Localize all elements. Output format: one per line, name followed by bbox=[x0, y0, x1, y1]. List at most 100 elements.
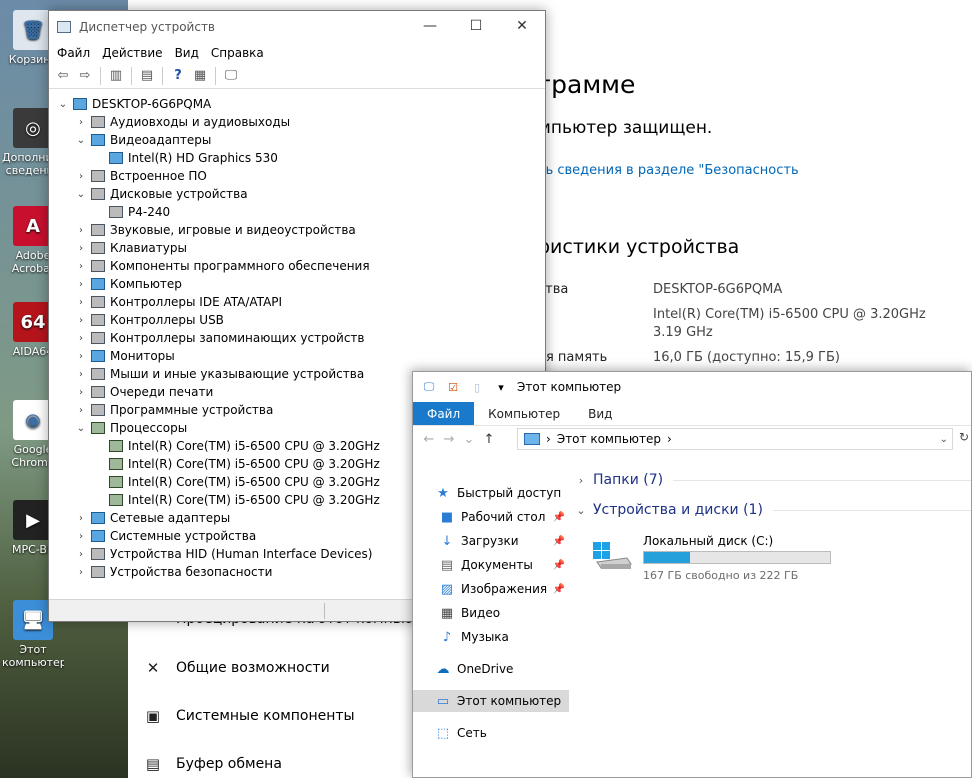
forward-arrow-icon[interactable]: ⇨ bbox=[75, 66, 95, 86]
settings-nav-system-components[interactable]: Системные компоненты bbox=[176, 708, 355, 724]
chevron-down-icon[interactable]: ⌄ bbox=[75, 423, 87, 434]
chevron-down-icon[interactable]: ⌄ bbox=[75, 189, 87, 200]
explorer-titlebar[interactable]: 🖵 ☑ ▯ ▾ Этот компьютер bbox=[413, 372, 971, 402]
menu-help[interactable]: Справка bbox=[205, 46, 270, 60]
chevron-right-icon[interactable]: › bbox=[75, 225, 87, 236]
properties-check-icon[interactable]: ☑ bbox=[445, 380, 461, 394]
chevron-right-icon[interactable]: › bbox=[75, 351, 87, 362]
chevron-right-icon[interactable]: › bbox=[75, 279, 87, 290]
pin-icon[interactable]: 📌 bbox=[553, 512, 565, 523]
device-tree-node[interactable]: ⌄ DESKTOP-6G6PQMA bbox=[57, 95, 211, 113]
chevron-right-icon[interactable]: › bbox=[75, 333, 87, 344]
device-tree-node[interactable]: › Компьютер bbox=[75, 275, 182, 293]
chevron-right-icon[interactable]: › bbox=[75, 117, 87, 128]
menu-file[interactable]: Файл bbox=[51, 46, 96, 60]
recent-dropdown-icon[interactable]: ⌄ bbox=[459, 432, 479, 447]
tab-view[interactable]: Вид bbox=[574, 402, 626, 425]
device-manager-titlebar[interactable]: Диспетчер устройств — ☐ ✕ bbox=[49, 11, 545, 43]
device-tree-node[interactable]: Intel(R) Core(TM) i5-6500 CPU @ 3.20GHz bbox=[93, 491, 380, 509]
device-tree-node[interactable]: › Мониторы bbox=[75, 347, 175, 365]
chevron-right-icon[interactable]: › bbox=[75, 549, 87, 560]
back-arrow-icon[interactable]: ⇦ bbox=[53, 66, 73, 86]
device-tree-node[interactable]: › Устройства безопасности bbox=[75, 563, 272, 581]
nav-item[interactable]: ■ Рабочий стол 📌 bbox=[413, 506, 569, 528]
chevron-right-icon[interactable]: › bbox=[75, 369, 87, 380]
tab-file[interactable]: Файл bbox=[413, 402, 475, 425]
device-tree-node[interactable]: › Системные устройства bbox=[75, 527, 256, 545]
up-arrow-icon[interactable]: ↑ bbox=[479, 432, 499, 447]
settings-nav-clipboard[interactable]: Буфер обмена bbox=[176, 756, 282, 772]
group-devices[interactable]: ⌄ Устройства и диски (1) bbox=[573, 498, 971, 522]
device-tree-node[interactable]: › Компоненты программного обеспечения bbox=[75, 257, 370, 275]
chevron-right-icon[interactable]: › bbox=[75, 405, 87, 416]
address-dropdown-icon[interactable]: ⌄ bbox=[940, 434, 948, 445]
device-tree-node[interactable]: › Контроллеры IDE ATA/ATAPI bbox=[75, 293, 282, 311]
drive-c[interactable]: Локальный диск (C:) 167 ГБ свободно из 2… bbox=[591, 534, 891, 584]
chevron-right-icon[interactable]: › bbox=[75, 297, 87, 308]
menu-action[interactable]: Действие bbox=[96, 46, 168, 60]
device-tree-node[interactable]: › Программные устройства bbox=[75, 401, 273, 419]
device-tree-node[interactable]: P4-240 bbox=[93, 203, 170, 221]
device-tree-node[interactable]: › Сетевые адаптеры bbox=[75, 509, 230, 527]
device-tree-node[interactable]: Intel(R) HD Graphics 530 bbox=[93, 149, 278, 167]
device-tree-node[interactable]: ⌄ Дисковые устройства bbox=[75, 185, 248, 203]
nav-item[interactable]: ☁ OneDrive bbox=[413, 658, 569, 680]
device-tree-node[interactable]: › Аудиовходы и аудиовыходы bbox=[75, 113, 290, 131]
close-button[interactable]: ✕ bbox=[499, 11, 545, 41]
maximize-button[interactable]: ☐ bbox=[453, 11, 499, 41]
nav-item[interactable]: ▨ Изображения 📌 bbox=[413, 578, 569, 600]
pin-icon[interactable]: 📌 bbox=[553, 536, 565, 547]
chevron-down-icon[interactable]: ⌄ bbox=[75, 135, 87, 146]
chevron-right-icon[interactable]: › bbox=[75, 513, 87, 524]
chevron-right-icon[interactable]: › bbox=[75, 567, 87, 578]
pin-icon[interactable]: 📌 bbox=[553, 560, 565, 571]
back-arrow-icon[interactable]: ← bbox=[419, 432, 439, 447]
device-tree-node[interactable]: › Контроллеры USB bbox=[75, 311, 224, 329]
nav-item[interactable]: ⬚ Сеть bbox=[413, 722, 569, 744]
device-tree-node[interactable]: Intel(R) Core(TM) i5-6500 CPU @ 3.20GHz bbox=[93, 473, 380, 491]
address-bar[interactable]: › Этот компьютер › ⌄ bbox=[517, 428, 953, 450]
group-folders[interactable]: › Папки (7) bbox=[573, 468, 971, 492]
nav-item[interactable]: ♪ Музыка bbox=[413, 626, 569, 648]
chevron-right-icon[interactable]: › bbox=[75, 315, 87, 326]
scan-hardware-icon[interactable]: 🖵 bbox=[221, 66, 241, 86]
device-tree-node[interactable]: › Клавиатуры bbox=[75, 239, 187, 257]
show-hide-tree-icon[interactable]: ▥ bbox=[106, 66, 126, 86]
address-chevron-icon[interactable]: › bbox=[667, 432, 672, 446]
device-tree-node[interactable]: ⌄ Видеоадаптеры bbox=[75, 131, 212, 149]
security-details-link[interactable]: ть сведения в разделе "Безопасность bbox=[538, 163, 799, 178]
device-tree-node[interactable]: › Контроллеры запоминающих устройств bbox=[75, 329, 364, 347]
device-tree-label: DESKTOP-6G6PQMA bbox=[92, 97, 212, 111]
nav-item[interactable]: ▦ Видео bbox=[413, 602, 569, 624]
chevron-right-icon[interactable]: › bbox=[75, 531, 87, 542]
new-folder-icon[interactable]: ▯ bbox=[469, 380, 485, 394]
device-tree-node[interactable]: › Встроенное ПО bbox=[75, 167, 207, 185]
device-tree-node[interactable]: Intel(R) Core(TM) i5-6500 CPU @ 3.20GHz bbox=[93, 437, 380, 455]
nav-item[interactable]: ▤ Документы 📌 bbox=[413, 554, 569, 576]
minimize-button[interactable]: — bbox=[407, 11, 453, 41]
view-resources-icon[interactable]: ▦ bbox=[190, 66, 210, 86]
help-icon[interactable]: ? bbox=[168, 66, 188, 86]
chevron-right-icon[interactable]: › bbox=[75, 261, 87, 272]
nav-item[interactable]: ↓ Загрузки 📌 bbox=[413, 530, 569, 552]
device-tree-node[interactable]: › Мыши и иные указывающие устройства bbox=[75, 365, 364, 383]
chevron-right-icon[interactable]: › bbox=[75, 387, 87, 398]
quick-access-dropdown-icon[interactable]: ▾ bbox=[493, 380, 509, 394]
properties-icon[interactable]: ▤ bbox=[137, 66, 157, 86]
menu-view[interactable]: Вид bbox=[169, 46, 205, 60]
chevron-down-icon[interactable]: ⌄ bbox=[57, 99, 69, 110]
chevron-right-icon[interactable]: › bbox=[75, 243, 87, 254]
tab-computer[interactable]: Компьютер bbox=[474, 402, 574, 425]
nav-item[interactable]: ★ Быстрый доступ bbox=[413, 482, 569, 504]
nav-item[interactable]: ▭ Этот компьютер bbox=[413, 690, 569, 712]
refresh-icon[interactable]: ↻ bbox=[959, 430, 969, 444]
device-tree-node[interactable]: › Очереди печати bbox=[75, 383, 213, 401]
pin-icon[interactable]: 📌 bbox=[553, 584, 565, 595]
settings-nav-shared-experiences[interactable]: Общие возможности bbox=[176, 660, 330, 676]
device-tree-node[interactable]: › Устройства HID (Human Interface Devices… bbox=[75, 545, 372, 563]
device-tree-node[interactable]: Intel(R) Core(TM) i5-6500 CPU @ 3.20GHz bbox=[93, 455, 380, 473]
device-tree-node[interactable]: ⌄ Процессоры bbox=[75, 419, 187, 437]
forward-arrow-icon[interactable]: → bbox=[439, 432, 459, 447]
device-tree-node[interactable]: › Звуковые, игровые и видеоустройства bbox=[75, 221, 356, 239]
chevron-right-icon[interactable]: › bbox=[75, 171, 87, 182]
